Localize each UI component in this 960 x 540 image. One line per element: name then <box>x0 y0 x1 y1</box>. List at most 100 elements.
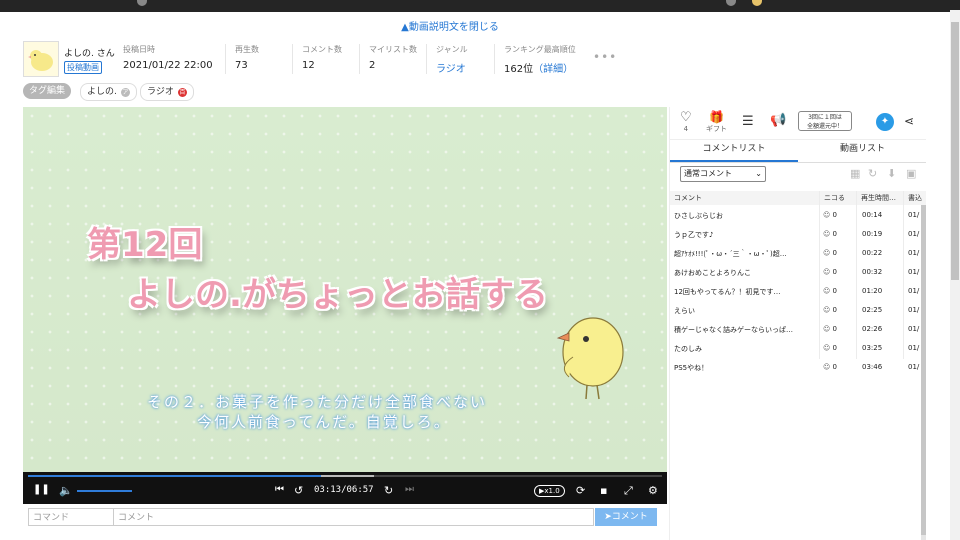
comment-time: 01:20 <box>862 287 883 295</box>
nicoru-cell[interactable]: ☺ 0 <box>823 211 853 219</box>
comment-tools: 通常コメント ⌄ ▦ ↻ ⬇ ▣ <box>670 163 927 189</box>
heart-icon: ♡ <box>680 110 692 125</box>
comment-row[interactable]: たのしみ ☺ 0 03:25 01/ <box>670 339 919 358</box>
comment-time: 00:32 <box>862 268 883 276</box>
share-icon[interactable]: ⋖ <box>904 114 914 128</box>
rewind-icon[interactable]: ↺ <box>294 484 303 499</box>
owner-avatar[interactable] <box>23 41 59 77</box>
nicoru-cell[interactable]: ☺ 0 <box>823 363 853 371</box>
comment-send-button[interactable]: ➤コメント <box>595 508 657 526</box>
browser-top-bar <box>0 0 960 12</box>
panel-tabs: コメントリスト 動画リスト <box>670 139 927 163</box>
video-player[interactable]: 第12回 よしの.がちょっとお話する その２．お菓子を作った分だけ全部食べない … <box>23 107 667 504</box>
nicoru-icon: ☺ <box>823 211 831 219</box>
comment-time: 00:22 <box>862 249 883 257</box>
nicoru-cell[interactable]: ☺ 0 <box>823 344 853 352</box>
stat-value: 12 <box>302 60 315 71</box>
nicoru-icon: ☺ <box>823 306 831 314</box>
nicoru-icon: ☺ <box>823 287 831 295</box>
comment-row[interactable]: えらい ☺ 0 02:25 01/ <box>670 301 919 320</box>
nicoru-cell[interactable]: ☺ 0 <box>823 287 853 295</box>
video-screen[interactable]: 第12回 よしの.がちょっとお話する その２．お菓子を作った分だけ全部食べない … <box>23 107 667 472</box>
comment-date: 01/ <box>908 344 920 352</box>
tag-edit-button[interactable]: タグ編集 <box>23 83 72 99</box>
stat-posted: 投稿日時 2021/01/22 22:00 <box>123 44 213 71</box>
refresh-icon[interactable]: ↻ <box>868 167 877 180</box>
stat-genre: ジャンル ラジオ <box>426 44 468 75</box>
twitter-share-icon[interactable]: ✦ <box>876 113 894 131</box>
comment-row[interactable]: ひさしぶらじお ☺ 0 00:14 01/ <box>670 206 919 225</box>
tab-video-list[interactable]: 動画リスト <box>798 139 927 162</box>
chevron-down-icon: ⌄ <box>755 169 762 178</box>
comment-time: 00:14 <box>862 211 883 219</box>
collapse-description-link[interactable]: ▲動画説明文を閉じる <box>0 18 900 33</box>
comment-row[interactable]: うｐ乙です♪ ☺ 0 00:19 01/ <box>670 225 919 244</box>
skip-start-icon[interactable]: ⏮ <box>275 484 284 499</box>
tab-comment-list[interactable]: コメントリスト <box>670 139 798 162</box>
comment-date: 01/ <box>908 211 920 219</box>
comment-date: 01/ <box>908 249 920 257</box>
nicoru-icon: ☺ <box>823 249 831 257</box>
stat-ranking: ランキング最高順位 162位（詳細） <box>494 44 576 75</box>
volume-slider[interactable] <box>77 490 132 492</box>
stat-value: 73 <box>235 60 248 71</box>
advertise-promo[interactable]: 3回に１回は 全額還元中！ <box>798 111 852 131</box>
column-header[interactable]: コメント <box>674 193 702 203</box>
tag-item[interactable]: ラジオ百 <box>140 83 194 101</box>
settings-gear-icon[interactable]: ⚙ <box>648 484 658 499</box>
command-input[interactable]: コマンド <box>28 508 114 526</box>
video-title-line1: 第12回 <box>87 225 203 265</box>
advertise-icon[interactable]: 📢 <box>770 113 786 128</box>
top-bar-avatar <box>752 0 762 6</box>
player-controls: ❚❚ 🔈 ⏮ ↺ 03:13/06:57 ↻ ⏭ ▶x1.0 ⟳ ▪ ⤢ ⚙ <box>23 479 667 504</box>
playback-speed-button[interactable]: ▶x1.0 <box>534 485 565 497</box>
next-video-icon[interactable]: ⏭ <box>405 484 414 499</box>
comment-date: 01/ <box>908 287 920 295</box>
genre-link[interactable]: ラジオ <box>436 60 468 75</box>
calendar-icon[interactable]: ▦ <box>850 167 860 180</box>
nicoru-icon: ☺ <box>823 363 831 371</box>
stat-comments: コメント数 12 <box>292 44 342 74</box>
video-subtitle-line2: 今何人前食ってんだ。自覚しろ。 <box>197 413 451 431</box>
comment-row[interactable]: 12回もやってるん？！初見です… ☺ 0 01:20 01/ <box>670 282 919 301</box>
owner-name[interactable]: よしの. さん <box>64 46 115 59</box>
volume-icon[interactable]: 🔈 <box>59 484 73 499</box>
column-header[interactable]: 書込 <box>908 193 922 203</box>
playlist-add-icon[interactable]: ☰ <box>742 114 754 129</box>
nicoru-cell[interactable]: ☺ 0 <box>823 268 853 276</box>
comment-filter-select[interactable]: 通常コメント ⌄ <box>680 166 766 182</box>
stat-label: マイリスト数 <box>369 45 417 54</box>
ranking-detail-link[interactable]: （詳細） <box>533 64 573 75</box>
comment-toggle-icon[interactable]: ▪ <box>600 484 607 499</box>
loop-icon[interactable]: ⟳ <box>576 484 585 499</box>
nicoru-icon: ☺ <box>823 344 831 352</box>
comment-row[interactable]: 超ｱｹｵﾒ!!!(ﾟ・ω・´三｀・ω・ﾟ)超… ☺ 0 00:22 01/ <box>670 244 919 263</box>
stat-label: 投稿日時 <box>123 45 155 54</box>
like-button[interactable]: ♡ 4 <box>680 110 692 133</box>
fullscreen-icon[interactable]: ⤢ <box>624 484 633 499</box>
page-scrollbar[interactable] <box>950 10 960 540</box>
nicoru-cell[interactable]: ☺ 0 <box>823 230 853 238</box>
comment-row[interactable]: PS5やね！ ☺ 0 03:46 01/ <box>670 358 919 377</box>
comment-input[interactable]: コメント <box>114 508 594 526</box>
gift-button[interactable]: 🎁 ギフト <box>706 110 727 134</box>
comment-settings-icon[interactable]: ▣ <box>906 167 916 180</box>
comment-row[interactable]: 積ゲーじゃなく詰みゲーならいっぱ… ☺ 0 02:26 01/ <box>670 320 919 339</box>
comment-time: 02:26 <box>862 325 883 333</box>
seek-bar[interactable] <box>23 472 667 479</box>
nicoru-cell[interactable]: ☺ 0 <box>823 306 853 314</box>
column-header[interactable]: 再生時間… <box>861 193 896 203</box>
encyclopedia-icon: 百 <box>177 88 187 97</box>
forward-icon[interactable]: ↻ <box>384 484 393 499</box>
comment-text: えらい <box>674 307 695 315</box>
column-header[interactable]: ニコる <box>824 193 845 203</box>
nicoru-cell[interactable]: ☺ 0 <box>823 249 853 257</box>
nicoru-cell[interactable]: ☺ 0 <box>823 325 853 333</box>
stat-label: ジャンル <box>436 45 468 54</box>
comment-text: 12回もやってるん？！初見です… <box>674 288 781 296</box>
tag-item[interactable]: よしの. ア <box>80 83 137 101</box>
comment-row[interactable]: あけおめことよろりんこ ☺ 0 00:32 01/ <box>670 263 919 282</box>
download-icon[interactable]: ⬇ <box>887 167 896 180</box>
more-menu-icon[interactable]: ••• <box>593 50 617 64</box>
pause-icon[interactable]: ❚❚ <box>33 484 50 499</box>
